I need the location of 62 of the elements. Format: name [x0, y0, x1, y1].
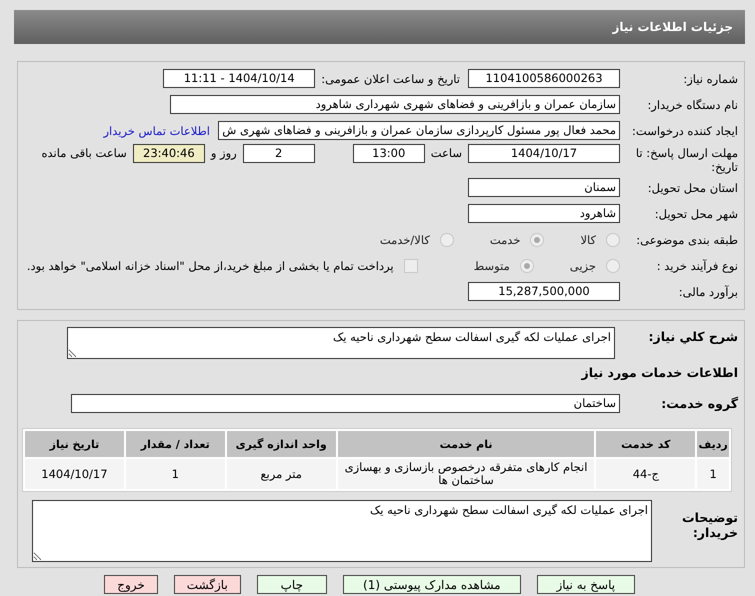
radio-label: خدمت [490, 232, 520, 246]
column-header: واحد اندازه گیری [226, 431, 336, 457]
radio-button[interactable] [530, 232, 544, 246]
notes-field[interactable]: اجرای عملیات لکه گیری اسفالت سطح شهرداری ناحیه یک [32, 500, 652, 562]
remaining-time-field: 23:40:46 [132, 144, 205, 163]
radio-button[interactable] [606, 258, 620, 272]
radio-button[interactable] [606, 232, 620, 246]
field-label: نام دستگاه خریدار: [646, 98, 739, 112]
time-label: ساعت [430, 145, 462, 160]
city-field: شاهرود [468, 204, 620, 223]
table-cell: انجام کارهای متفرقه درخصوص بازسازی و بهسازی ساختمان ها [338, 459, 594, 489]
table-cell: ج-44 [596, 459, 696, 489]
field-label: ایجاد کننده درخواست: [631, 124, 739, 138]
requester-field: محمد فعال پور مسئول کارپردازی سازمان عمران و بازافرینی و فضاهای شهری ش [218, 121, 620, 140]
radio-button[interactable] [520, 258, 534, 272]
table-cell: 1 [697, 459, 729, 489]
table-cell: متر مربع [226, 459, 336, 489]
field-label: طبقه بندی موضوعی: [635, 232, 739, 246]
field-label: شهر محل تحویل: [654, 206, 739, 220]
section-heading: اطلاعات خدمات مورد نیاز [582, 365, 739, 380]
buyer-org-field: سازمان عمران و بازافرینی و فضاهای شهری شهرداری شاهرود [170, 95, 620, 114]
radio-label: کالا/خدمت [380, 232, 430, 246]
window-title: جزئیات اطلاعات نیاز [612, 20, 733, 34]
field-label: مهلت ارسال پاسخ: تا تاریخ: [634, 145, 739, 174]
action-button[interactable]: بازگشت [174, 575, 241, 594]
column-header: تعداد / مقدار [126, 431, 225, 457]
treasury-label: پرداخت تمام یا بخشی از مبلغ خرید،از محل "اسناد خزانه اسلامی" خواهد بود. [26, 258, 394, 272]
deadline-date-field: 1404/10/17 [468, 144, 620, 163]
radio-label: جزیی [570, 258, 596, 272]
action-button[interactable]: خروج [104, 575, 158, 594]
field-label: توضیحات خریدار: [681, 509, 739, 540]
radio-button[interactable] [440, 232, 454, 246]
buyer-contact-link[interactable]: اطلاعات تماس خریدار [103, 124, 210, 138]
field-label: شرح کلي نياز: [648, 328, 739, 344]
radio-label: متوسط [474, 258, 510, 272]
deadline-time-field: 13:00 [352, 144, 425, 163]
action-button[interactable]: پاسخ به نیاز [536, 575, 635, 594]
action-button[interactable]: مشاهده مدارک پیوستی (1) [342, 575, 521, 594]
remaining-label: ساعت باقی مانده [42, 145, 127, 160]
table-cell: 1404/10/17 [25, 459, 124, 489]
field-label: برآورد مالی: [678, 284, 739, 298]
column-header: تاریخ نیاز [25, 431, 124, 457]
field-label: گروه خدمت: [660, 396, 739, 411]
field-label: تاریخ و ساعت اعلان عمومی: [321, 72, 460, 86]
province-field: سمنان [468, 178, 620, 197]
field-label: استان محل تحویل: [646, 180, 739, 194]
column-header: ردیف [697, 431, 729, 457]
budget-field: 15,287,500,000 [468, 282, 620, 301]
field-label: شماره نیاز: [682, 72, 739, 86]
table-cell: 1 [126, 459, 225, 489]
radio-label: کالا [580, 232, 596, 246]
column-header: نام خدمت [338, 431, 594, 457]
summary-field[interactable]: اجرای عملیات لکه گیری اسفالت سطح شهرداری ناحیه یک [67, 327, 615, 359]
field-label: نوع فرآیند خرید : [656, 258, 739, 272]
service-group-field: ساختمان [71, 394, 620, 413]
days-field: 2 [242, 144, 315, 163]
column-header: کد خدمت [596, 431, 696, 457]
announce-date-field: 1404/10/14 - 11:11 [163, 69, 316, 88]
need-number-field: 1104100586000263 [468, 69, 620, 88]
action-button[interactable]: چاپ [256, 575, 327, 594]
days-label: روز و [210, 145, 237, 160]
checkbox[interactable] [404, 258, 418, 272]
